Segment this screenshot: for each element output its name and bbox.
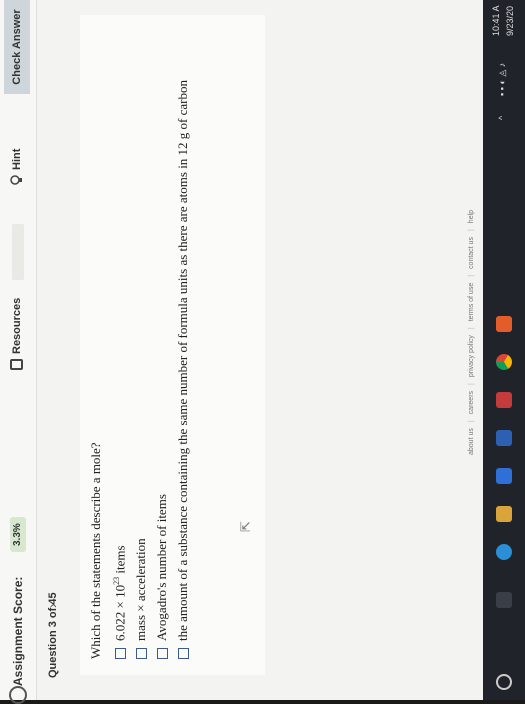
clock-date[interactable]: 9/23/20 xyxy=(505,6,515,36)
checkbox[interactable] xyxy=(156,648,168,659)
hint-label: Hint xyxy=(10,148,23,170)
option-2-label: mass × acceleration xyxy=(133,538,148,641)
checkbox[interactable] xyxy=(177,648,189,659)
clock-time[interactable]: 10:41 A xyxy=(491,5,501,36)
score-badge: 3.3% xyxy=(10,517,26,552)
mouse-cursor-icon: ⇱ xyxy=(238,521,253,532)
option-1-label: 6.022 × 1023 items xyxy=(112,545,128,641)
edge-browser-icon[interactable] xyxy=(496,544,512,560)
footer-link-terms[interactable]: terms of use xyxy=(468,283,475,322)
question-prompt: Which of the statements describe a mole? xyxy=(88,442,103,659)
option-1[interactable]: 6.022 × 1023 items xyxy=(112,545,128,659)
footer-link-about[interactable]: about us xyxy=(468,428,475,455)
option-4-label: the amount of a substance containing the… xyxy=(175,80,190,641)
next-question-chevron-icon[interactable]: › xyxy=(44,603,60,608)
tray-icons[interactable]: ▪ ▪ ◐ ◬ ♪ xyxy=(497,63,508,96)
footer-link-careers[interactable]: careers xyxy=(468,391,475,414)
screen: Assignment Score: 3.3% Resources Hint Ch… xyxy=(0,0,525,704)
option-3-label: Avogadro's number of items xyxy=(154,494,169,641)
top-bar: Assignment Score: 3.3% Resources Hint Ch… xyxy=(0,0,37,704)
option-2[interactable]: mass × acceleration xyxy=(133,538,149,659)
footer-link-help[interactable]: help xyxy=(468,210,475,223)
footer-link-privacy[interactable]: privacy policy xyxy=(468,335,475,377)
tray-chevron-icon[interactable]: ^ xyxy=(497,116,507,120)
question-card xyxy=(80,15,265,675)
chrome-icon[interactable] xyxy=(496,354,512,370)
checkbox[interactable] xyxy=(114,648,126,659)
assignment-score-label: Assignment Score: xyxy=(11,576,25,686)
option-3[interactable]: Avogadro's number of items xyxy=(154,494,170,659)
office-icon[interactable] xyxy=(496,392,512,408)
resources-button[interactable]: Resources xyxy=(10,298,23,370)
app-icon[interactable] xyxy=(496,316,512,332)
footer-link-contact[interactable]: contact us xyxy=(468,237,475,269)
taskbar: ^ ▪ ▪ ◐ ◬ ♪ 10:41 A 9/23/20 xyxy=(483,0,525,700)
lightbulb-icon xyxy=(10,175,22,185)
task-view-icon[interactable] xyxy=(496,592,512,608)
resources-label: Resources xyxy=(10,297,23,354)
search-circle-icon[interactable] xyxy=(496,674,512,690)
check-answer-button[interactable]: Check Answer xyxy=(4,0,30,94)
mail-icon[interactable] xyxy=(496,430,512,446)
footer-links: about us | careers | privacy policy | terms… xyxy=(468,209,475,455)
resources-icon xyxy=(10,359,23,370)
store-icon[interactable] xyxy=(496,468,512,484)
question-nav: Question 3 of 45 › xyxy=(37,0,71,700)
file-explorer-icon[interactable] xyxy=(496,506,512,522)
faded-button xyxy=(12,224,24,280)
page: Assignment Score: 3.3% Resources Hint Ch… xyxy=(0,0,483,704)
option-4[interactable]: the amount of a substance containing the… xyxy=(175,80,191,659)
hint-button[interactable]: Hint xyxy=(10,149,23,185)
score-ring-icon xyxy=(9,686,27,704)
checkbox[interactable] xyxy=(135,648,147,659)
